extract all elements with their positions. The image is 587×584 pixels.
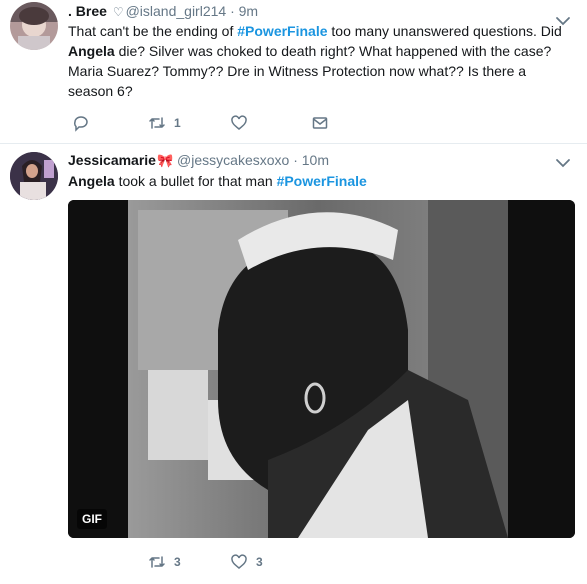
like-button[interactable]: 3 [230,552,263,572]
text-part: took a bullet for that man [114,173,277,189]
avatar[interactable] [10,152,58,200]
tweet-actions: 3 3 [68,552,468,572]
reply-icon [74,116,88,132]
timestamp[interactable]: 9m [239,3,258,19]
highlighted-term: Angela [68,43,115,59]
text-part: too many unanswered questions. Did [327,23,562,39]
tweet-text: Angela took a bullet for that man #Power… [68,171,573,191]
gif-frame-image [68,200,575,538]
display-name[interactable]: Jessicamarie [68,152,156,168]
handle[interactable]: @island_girl214 [126,3,227,19]
text-part: That can't be the ending of [68,23,238,39]
highlighted-term: Angela [68,173,115,189]
display-name[interactable]: . Bree [68,3,107,19]
dm-button[interactable] [311,113,329,133]
like-count: 3 [256,555,263,569]
tweet-actions: 1 [68,113,468,133]
retweet-button[interactable]: 3 [148,552,181,572]
retweet-icon [149,117,165,129]
retweet-button[interactable]: 1 [148,113,181,133]
avatar[interactable] [10,2,58,50]
reply-button[interactable] [72,113,98,133]
timestamp[interactable]: 10m [302,152,329,168]
retweet-count: 3 [174,555,181,569]
gif-badge: GIF [77,509,107,529]
chevron-down-icon[interactable] [555,156,571,170]
handle[interactable]: @jessycakesxoxo [177,152,289,168]
retweet-icon [149,556,165,568]
tweet-header: . Bree ♡ @island_girl214 · 9m [68,3,258,19]
separator-dot: · [293,152,298,168]
tweet-header: Jessicamarie🎀 @jessycakesxoxo · 10m [68,152,329,169]
retweet-count: 1 [174,116,181,130]
like-icon [231,115,247,130]
text-part: die? Silver was choked to death right? W… [68,43,552,99]
hashtag-link[interactable]: #PowerFinale [277,173,367,189]
bow-emoji-icon: 🎀 [156,153,174,168]
dm-icon [312,117,328,129]
heart-badge-icon: ♡ [112,5,124,19]
like-button[interactable] [230,113,256,133]
like-icon [231,554,247,569]
gif-media[interactable]: GIF [68,200,575,538]
hashtag-link[interactable]: #PowerFinale [237,23,327,39]
tweet-2[interactable]: Jessicamarie🎀 @jessycakesxoxo · 10m Ange… [0,144,587,584]
tweet-1[interactable]: . Bree ♡ @island_girl214 · 9m That can't … [0,0,587,144]
tweet-text: That can't be the ending of #PowerFinale… [68,21,573,101]
separator-dot: · [230,3,235,19]
